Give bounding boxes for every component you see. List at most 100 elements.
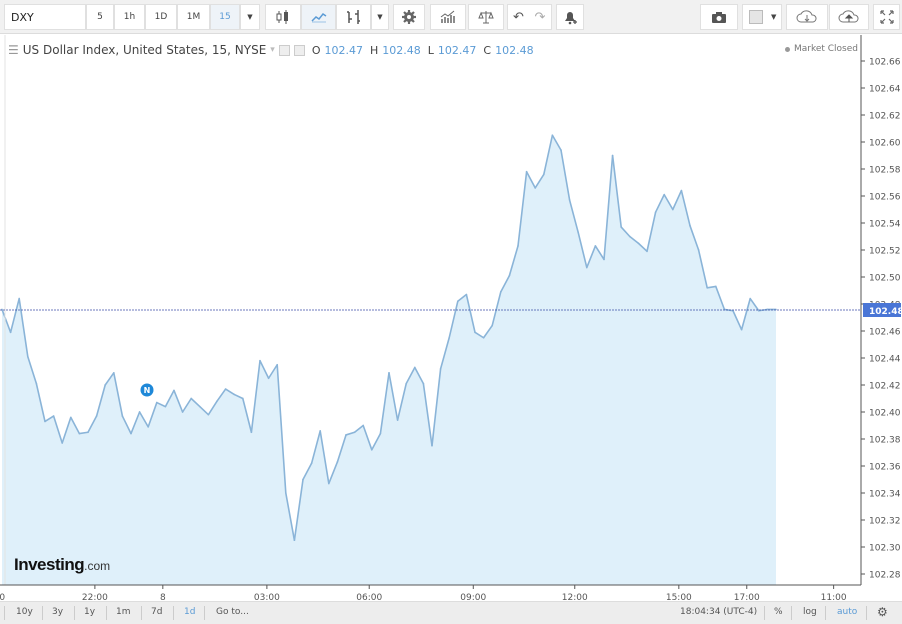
x-tick-label: 8 [160, 593, 166, 601]
legend-settings-icon[interactable] [293, 44, 305, 56]
color-swatch-button[interactable]: ▼ [742, 4, 782, 30]
bars-icon [346, 10, 360, 24]
interval-15-button[interactable]: 15 [210, 4, 240, 30]
y-tick-label: 102.46 [869, 328, 901, 338]
legend-title: US Dollar Index, United States, 15, NYSE [22, 43, 267, 57]
log-scale-button[interactable]: log [803, 607, 817, 617]
auto-scale-button[interactable]: auto [837, 607, 857, 617]
add-alert-button[interactable] [556, 4, 584, 30]
y-tick-label: 102.52 [869, 247, 901, 257]
status-dot-icon [784, 46, 790, 52]
low-value: 102.47 [437, 43, 477, 57]
y-tick-label: 102.64 [869, 85, 901, 95]
cloud-load-button[interactable] [786, 4, 828, 30]
range-1y-button[interactable]: 1y [84, 607, 95, 617]
y-tick-label: 102.58 [869, 166, 901, 176]
interval-1h-button[interactable]: 1h [114, 4, 145, 30]
y-tick-label: 102.40 [869, 409, 901, 419]
interval-dropdown-button[interactable]: ▼ [240, 4, 260, 30]
compare-button[interactable] [468, 4, 504, 30]
redo-button[interactable]: ↷ [529, 4, 552, 30]
clock-readout: 18:04:34 (UTC-4) [680, 607, 758, 617]
divider [791, 606, 792, 620]
cloud-download-icon [796, 10, 817, 23]
y-tick-label: 102.42 [869, 382, 901, 392]
price-chart[interactable]: 102.66 102.64 102.62 102.60 102.58 102.56 102.… [0, 35, 902, 601]
y-tick-label: 102.60 [869, 139, 901, 149]
x-tick-label: 22:00 [82, 593, 108, 601]
y-tick-label: 102.50 [869, 274, 901, 284]
high-label: H [370, 43, 379, 57]
x-tick-label: 17:00 [734, 593, 760, 601]
divider [42, 606, 43, 620]
indicators-icon [440, 10, 455, 23]
y-tick-label: 102.62 [869, 112, 901, 122]
cloud-upload-icon [838, 10, 859, 23]
divider [825, 606, 826, 620]
divider [106, 606, 107, 620]
y-tick-label: 102.44 [869, 355, 901, 365]
high-value: 102.48 [382, 43, 421, 57]
legend-dropdown-icon[interactable]: ▾ [270, 45, 275, 55]
goto-button[interactable]: Go to... [216, 607, 249, 617]
cloud-save-button[interactable] [829, 4, 869, 30]
x-tick-label: 06:00 [356, 593, 382, 601]
interval-1m-button[interactable]: 1M [177, 4, 210, 30]
redo-icon: ↷ [534, 9, 546, 25]
caret-down-icon: ▼ [377, 13, 383, 21]
low-label: L [427, 43, 434, 57]
bottom-bar: 10y 3y 1y 1m 7d 1d Go to... 18:04:34 (UT… [0, 601, 902, 624]
settings-gear-icon [402, 10, 416, 24]
divider [141, 606, 142, 620]
y-tick-label: 102.34 [869, 490, 901, 500]
y-tick-label: 102.28 [869, 571, 901, 581]
scale-settings-icon[interactable]: ⚙ [877, 605, 888, 619]
indicators-button[interactable] [430, 4, 466, 30]
fullscreen-icon [879, 10, 894, 24]
alert-add-icon [565, 12, 577, 25]
x-tick-label: 09:00 [460, 593, 486, 601]
divider [866, 606, 867, 620]
divider [4, 606, 5, 620]
color-swatch-icon [749, 10, 763, 24]
legend-visibility-icon[interactable] [278, 44, 290, 56]
interval-5-button[interactable]: 5 [86, 4, 114, 30]
range-7d-button[interactable]: 7d [151, 607, 162, 617]
chart-type-dropdown-button[interactable]: ▼ [371, 4, 389, 30]
range-1d-button[interactable]: 1d [184, 607, 195, 617]
chart-legend: ☰ US Dollar Index, United States, 15, NY… [8, 43, 534, 57]
line-chart-icon [310, 12, 326, 23]
x-tick-label: 11:00 [821, 593, 847, 601]
range-3y-button[interactable]: 3y [52, 607, 63, 617]
candles-button[interactable] [265, 4, 301, 30]
undo-icon: ↶ [513, 9, 524, 25]
percent-scale-button[interactable]: % [774, 607, 783, 617]
divider [764, 606, 765, 620]
line-chart-button[interactable] [301, 4, 336, 30]
x-tick-label: 03:00 [254, 593, 280, 601]
x-tick-label: 00 [0, 593, 5, 601]
x-tick-label: 15:00 [666, 593, 692, 601]
news-event-label: N [144, 386, 151, 395]
legend-collapse-icon[interactable]: ☰ [8, 43, 19, 57]
logo-suffix: .com [84, 559, 111, 573]
investing-logo: Investing.com [14, 555, 110, 575]
compare-scale-icon [478, 11, 494, 24]
interval-1d-button[interactable]: 1D [145, 4, 177, 30]
symbol-input[interactable]: DXY [4, 4, 86, 30]
range-1m-button[interactable]: 1m [116, 607, 131, 617]
last-price-label: 102.48 [869, 307, 902, 317]
y-tick-label: 102.36 [869, 463, 901, 473]
screenshot-button[interactable] [700, 4, 738, 30]
logo-brand: Investing [14, 555, 85, 574]
bars-button[interactable] [336, 4, 371, 30]
settings-button[interactable] [393, 4, 425, 30]
undo-button[interactable]: ↶ [507, 4, 529, 30]
top-toolbar: DXY 5 1h 1D 1M 15 ▼ ▼ ↶ ↷ ▼ [0, 0, 902, 34]
divider [173, 606, 174, 620]
divider [204, 606, 205, 620]
fullscreen-button[interactable] [873, 4, 900, 30]
range-10y-button[interactable]: 10y [16, 607, 33, 617]
candles-icon [276, 10, 288, 24]
close-label: C [483, 43, 492, 57]
